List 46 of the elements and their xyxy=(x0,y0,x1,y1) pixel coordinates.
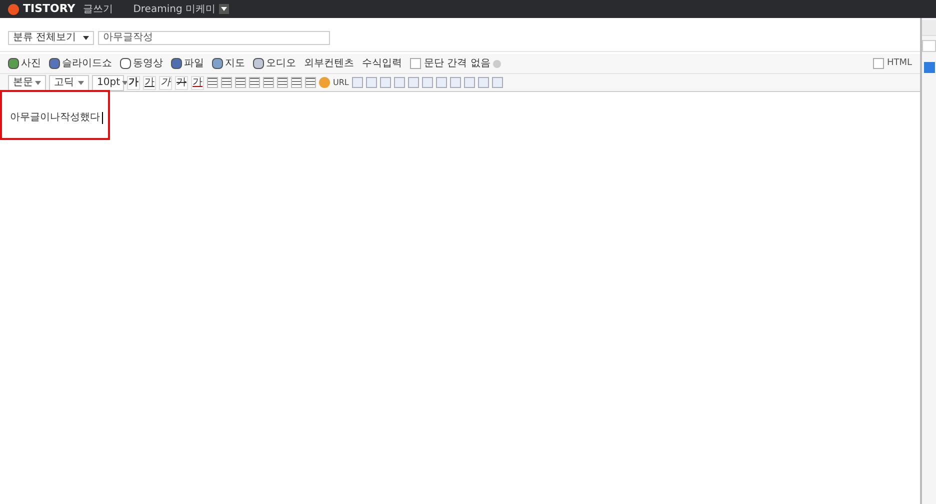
dropdown-button[interactable] xyxy=(219,4,230,14)
line-height-icon[interactable] xyxy=(291,77,302,88)
outdent-icon[interactable] xyxy=(277,77,288,88)
checkbox-label: 문단 간격 없음 xyxy=(424,57,490,71)
list-icon[interactable] xyxy=(305,77,316,88)
checkbox[interactable] xyxy=(872,58,884,69)
insert-button[interactable]: 사진 xyxy=(8,56,41,71)
blog-name[interactable]: Dreaming 미케미 xyxy=(133,2,216,16)
dropdown[interactable]: 10pt xyxy=(92,74,124,90)
checkbox[interactable] xyxy=(410,58,421,69)
input-field[interactable] xyxy=(922,40,936,52)
logo[interactable]: TISTORY xyxy=(23,0,76,18)
insert-button[interactable]: 파일 xyxy=(171,56,204,71)
insert-button[interactable]: 외부컨텐츠 xyxy=(304,56,354,71)
title-field[interactable]: 아무글작성 xyxy=(98,30,330,44)
text-cursor xyxy=(102,112,103,124)
insert-button[interactable]: 동영상 xyxy=(120,56,163,71)
emoji-icon[interactable] xyxy=(319,77,330,88)
format-button[interactable]: 가 xyxy=(175,76,188,90)
format-button[interactable]: 가 xyxy=(159,76,172,90)
format-button[interactable]: 가 xyxy=(191,76,204,90)
help-icon[interactable] xyxy=(493,60,502,68)
align-center-icon[interactable] xyxy=(221,77,232,88)
checkbox[interactable] xyxy=(924,62,935,73)
align-left-icon[interactable] xyxy=(207,77,218,88)
link-button[interactable]: URL xyxy=(333,76,349,88)
insert-button[interactable]: 지도 xyxy=(212,56,245,71)
indent-icon[interactable] xyxy=(263,77,274,88)
dropdown[interactable]: 고딕 xyxy=(49,74,89,90)
page-label: 글쓰기 xyxy=(83,2,114,16)
logo-icon xyxy=(8,4,19,14)
editor-text[interactable]: 아무글이나작성했다 xyxy=(10,110,100,125)
align-right-icon[interactable] xyxy=(235,77,246,88)
format-button[interactable]: 가 xyxy=(127,76,140,90)
insert-button[interactable]: 오디오 xyxy=(253,56,296,71)
category-dropdown[interactable]: 분류 전체보기 xyxy=(8,30,94,44)
checkbox-label: HTML xyxy=(886,56,912,70)
caret-icon xyxy=(221,7,228,11)
format-button[interactable]: 가 xyxy=(143,76,156,90)
caret-icon xyxy=(78,80,84,84)
caret-icon xyxy=(35,80,41,84)
insert-button[interactable]: 수식입력 xyxy=(362,56,402,71)
insert-button[interactable]: 슬라이드쇼 xyxy=(49,56,112,71)
caret-icon xyxy=(83,36,89,40)
dropdown[interactable]: 본문 xyxy=(8,74,46,90)
justify-icon[interactable] xyxy=(249,77,260,88)
